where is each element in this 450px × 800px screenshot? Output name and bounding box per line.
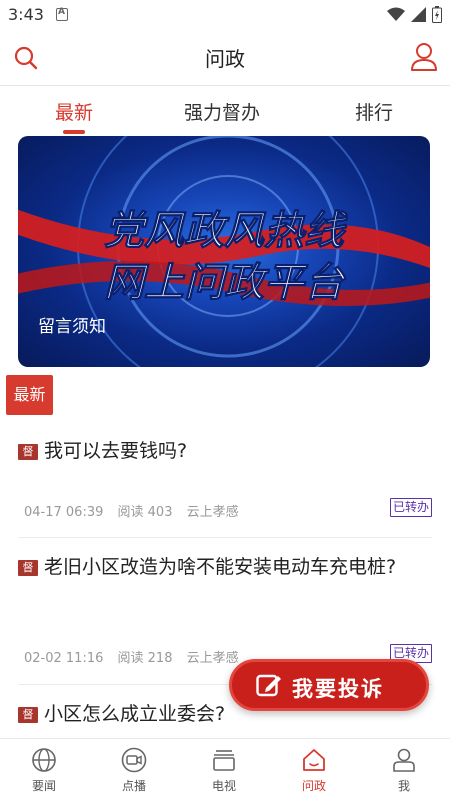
item-divider — [18, 537, 432, 538]
nav-item-vod[interactable]: 点播 — [99, 747, 169, 794]
supervise-tag: 督 — [18, 560, 38, 576]
item-date: 02-02 11:16 — [24, 651, 104, 666]
notification-icon — [56, 7, 68, 21]
tab-bar: 最新 强力督办 排行 — [0, 86, 450, 134]
globe-icon — [32, 748, 56, 772]
nav-label: 要闻 — [31, 779, 56, 793]
wifi-icon — [387, 7, 405, 21]
battery-icon — [432, 6, 442, 23]
complain-button[interactable]: 我要投诉 — [229, 659, 429, 711]
section-badge: 最新 — [6, 375, 53, 415]
item-source: 云上孝感 — [186, 651, 239, 666]
person-icon — [393, 748, 415, 772]
item-meta: 02-02 11:16 阅读 218 云上孝感 — [24, 647, 249, 666]
banner-line-2: 网上问政平台 — [104, 260, 347, 306]
tab-ranking[interactable]: 排行 — [355, 98, 393, 125]
home-icon — [303, 749, 325, 771]
tab-indicator — [63, 130, 85, 134]
nav-label: 电视 — [211, 779, 236, 793]
item-source: 云上孝感 — [186, 505, 239, 520]
status-time: 3:43 — [8, 5, 44, 24]
nav-label: 我 — [397, 779, 410, 793]
user-icon — [411, 43, 437, 71]
nav-item-news[interactable]: 要闻 — [9, 747, 79, 794]
profile-button[interactable] — [410, 42, 438, 72]
item-title[interactable]: 督我可以去要钱吗? — [18, 436, 422, 466]
status-bar: 3:43 — [0, 0, 450, 30]
banner[interactable]: 党风政风热线 网上问政平台 留言须知 — [18, 136, 430, 367]
nav-item-wenzheng[interactable]: 问政 — [279, 747, 349, 794]
status-badge: 已转办 — [389, 498, 432, 517]
nav-item-me[interactable]: 我 — [369, 747, 439, 794]
signal-icon — [411, 7, 426, 22]
item-title[interactable]: 督老旧小区改造为啥不能安装电动车充电桩? — [18, 552, 422, 582]
banner-caption[interactable]: 留言须知 — [38, 312, 106, 337]
tab-latest[interactable]: 最新 — [55, 98, 93, 125]
item-reads: 阅读 403 — [117, 505, 173, 520]
item-reads: 阅读 218 — [117, 651, 173, 666]
bottom-nav: 要闻 点播 电视 问政 我 — [0, 738, 450, 800]
supervise-tag: 督 — [18, 707, 38, 723]
app-header: 问政 — [0, 30, 450, 85]
banner-line-1: 党风政风热线 — [104, 208, 348, 254]
tab-supervision[interactable]: 强力督办 — [184, 98, 260, 125]
video-icon — [121, 747, 147, 773]
supervise-tag: 督 — [18, 444, 38, 460]
nav-item-tv[interactable]: 电视 — [189, 747, 259, 794]
nav-label: 问政 — [301, 779, 326, 793]
item-meta: 04-17 06:39 阅读 403 云上孝感 — [24, 501, 249, 520]
page-title: 问政 — [205, 47, 245, 71]
tv-icon — [213, 750, 235, 771]
edit-icon — [256, 674, 281, 697]
complain-label: 我要投诉 — [292, 677, 384, 701]
nav-label: 点播 — [121, 779, 146, 793]
item-date: 04-17 06:39 — [24, 505, 104, 520]
